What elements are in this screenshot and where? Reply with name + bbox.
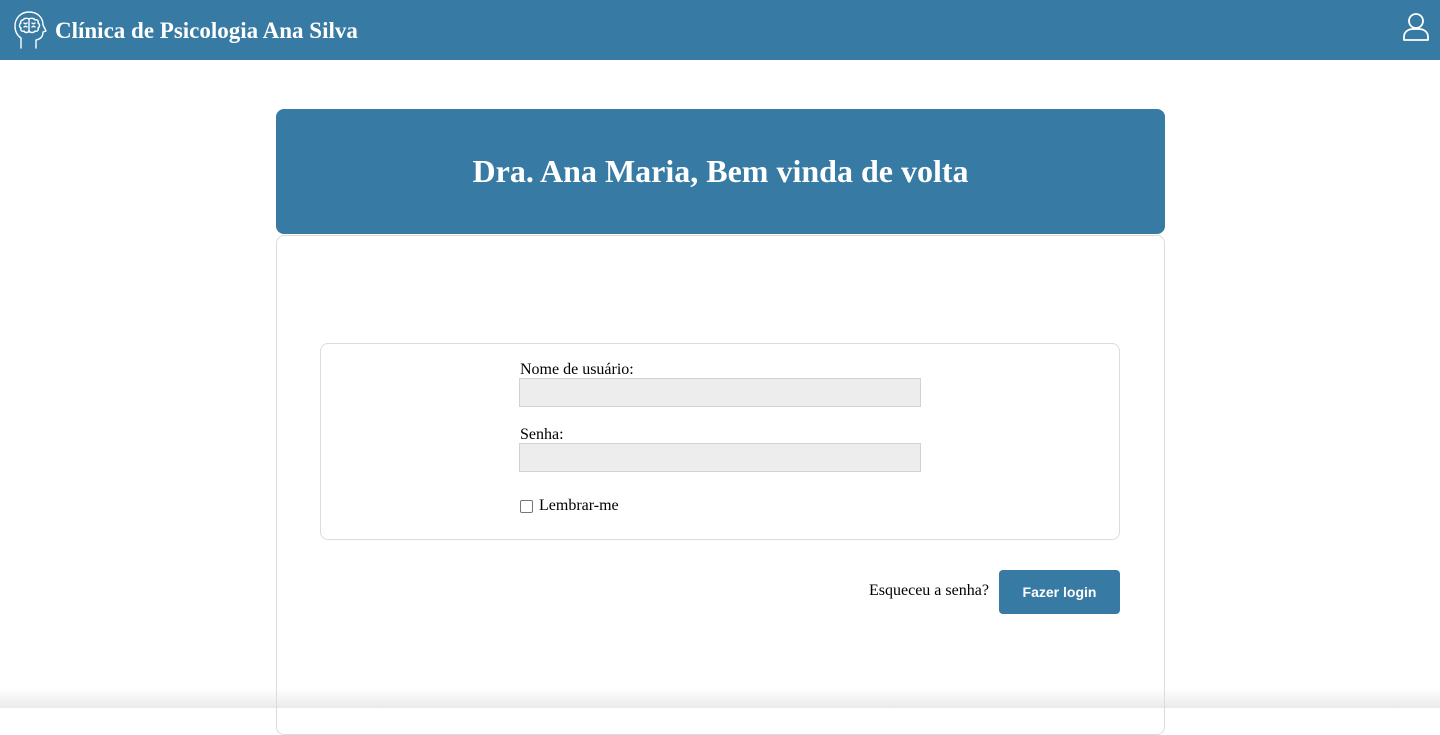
password-input[interactable] xyxy=(519,443,921,472)
user-icon[interactable] xyxy=(1402,12,1430,42)
top-navbar: Clínica de Psicologia Ana Silva xyxy=(0,0,1440,60)
welcome-title: Dra. Ana Maria, Bem vinda de volta xyxy=(472,152,969,189)
forgot-password-link[interactable]: Esqueceu a senha? xyxy=(869,582,989,600)
remember-label: Lembrar-me xyxy=(539,497,619,514)
username-input[interactable] xyxy=(519,378,921,407)
brain-head-icon xyxy=(14,11,47,49)
password-label: Senha: xyxy=(520,426,564,443)
username-label: Nome de usuário: xyxy=(520,361,634,378)
site-title: Clínica de Psicologia Ana Silva xyxy=(55,17,358,43)
login-button[interactable]: Fazer login xyxy=(999,570,1120,614)
brand[interactable]: Clínica de Psicologia Ana Silva xyxy=(12,10,358,50)
login-form xyxy=(320,343,1120,540)
remember-me[interactable]: Lembrar-me xyxy=(519,497,619,515)
welcome-banner: Dra. Ana Maria, Bem vinda de volta xyxy=(276,109,1165,234)
remember-checkbox[interactable] xyxy=(520,499,533,513)
